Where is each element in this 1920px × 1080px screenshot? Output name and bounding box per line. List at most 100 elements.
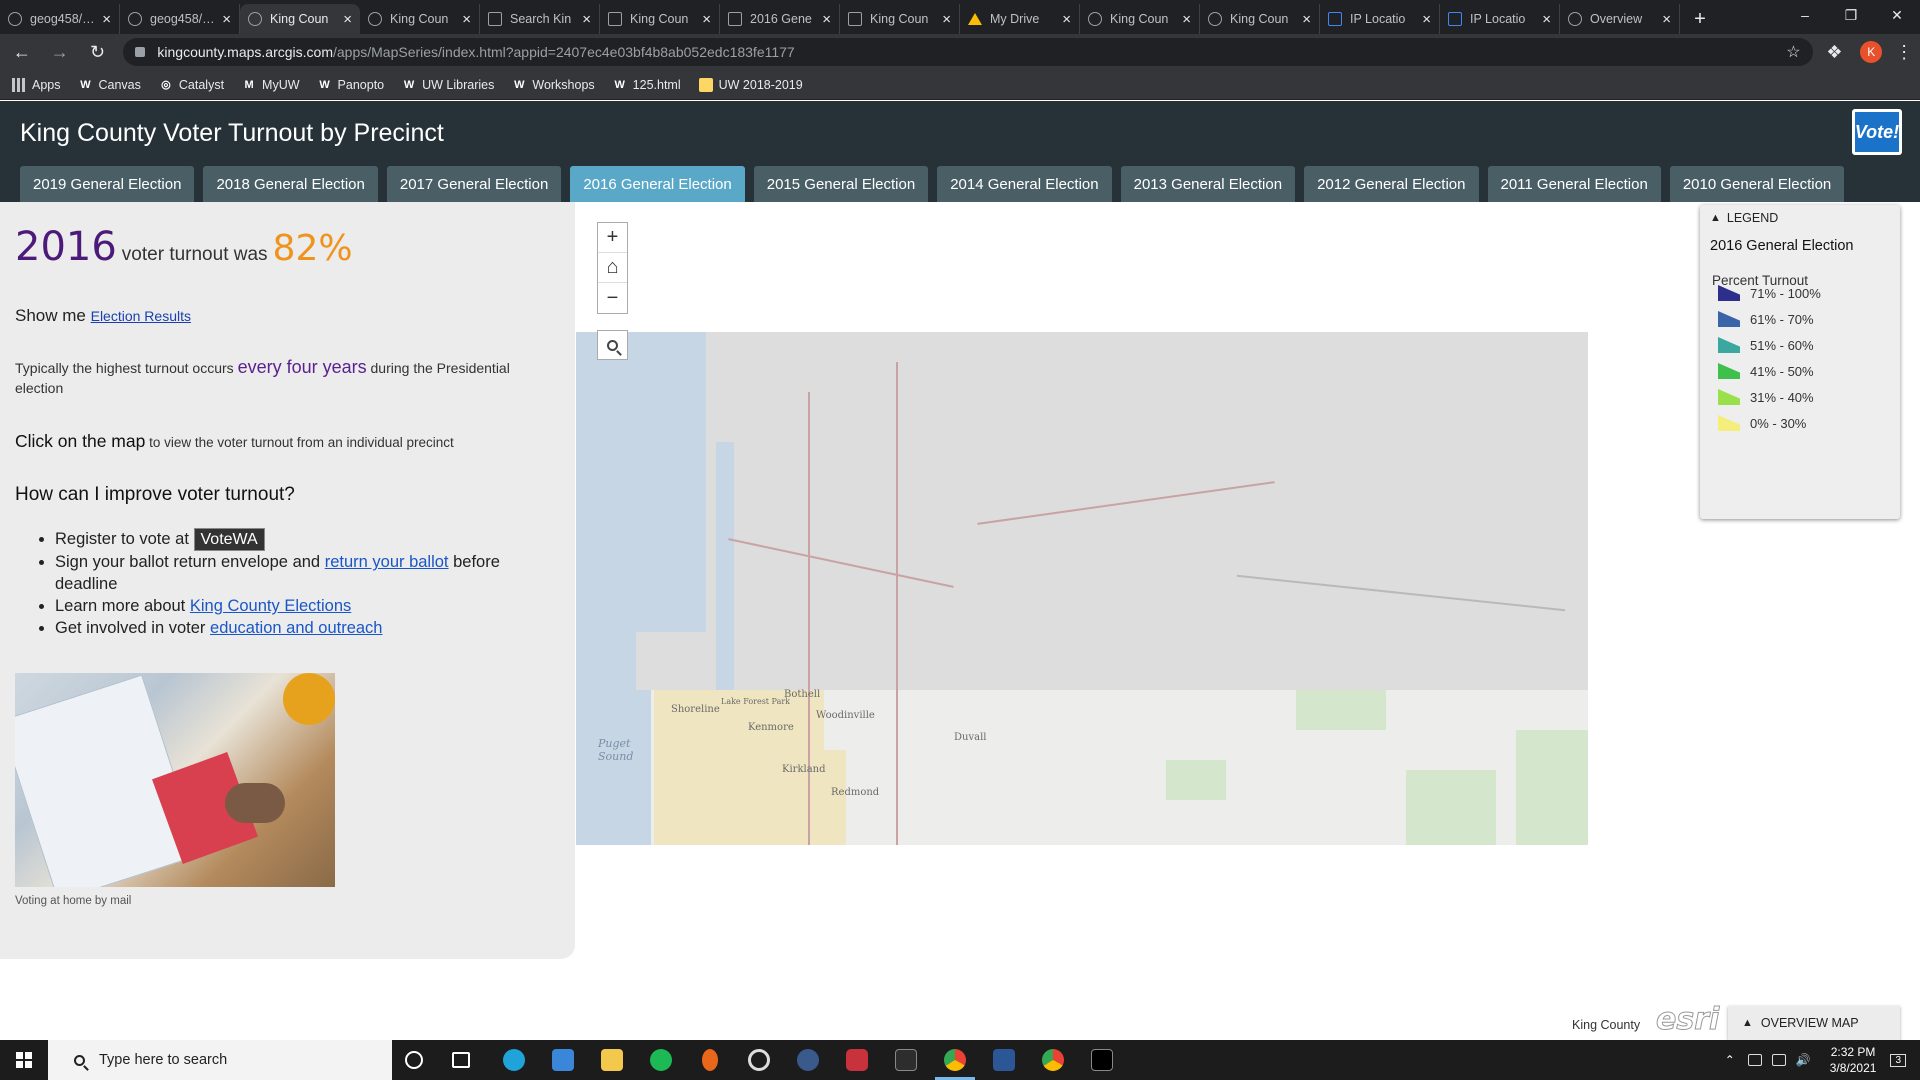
browser-tab[interactable]: King Coun × — [360, 4, 480, 34]
store-icon[interactable] — [552, 1049, 574, 1071]
browser-tab[interactable]: King Coun × — [1080, 4, 1200, 34]
close-tab-icon[interactable]: × — [1182, 11, 1191, 28]
bookmark-label: Workshops — [532, 77, 595, 92]
browser-tab[interactable]: King Coun × — [240, 4, 360, 34]
browser-tab[interactable]: Search Kin × — [480, 4, 600, 34]
close-window-button[interactable]: ✕ — [1874, 0, 1920, 30]
reload-icon[interactable]: ↻ — [82, 36, 114, 68]
browser-tab[interactable]: IP Locatio × — [1320, 4, 1440, 34]
bookmark-item[interactable]: Apps — [12, 77, 61, 92]
close-tab-icon[interactable]: × — [1062, 11, 1071, 28]
chrome-icon[interactable] — [1042, 1049, 1064, 1071]
zoom-out-button[interactable]: − — [598, 283, 627, 313]
tab-election[interactable]: 2018 General Election — [203, 166, 378, 202]
tab-election[interactable]: 2012 General Election — [1304, 166, 1479, 202]
bookmark-item[interactable]: W Panopto — [318, 78, 384, 92]
forward-arrow-icon[interactable]: → — [44, 36, 76, 68]
overview-map-toggle[interactable]: ▲ OVERVIEW MAP — [1728, 1006, 1900, 1040]
bookmarks-bar: Apps W Canvas ◎ Catalyst M MyUW W Panopto W UW Lib… — [0, 70, 1920, 100]
chevron-up-icon[interactable]: ⌃ — [1725, 1053, 1735, 1067]
bookmark-item[interactable]: ◎ Catalyst — [159, 78, 224, 92]
browser-tab-strip: geog458/… × geog458/… × King Coun × King Coun ×… — [0, 0, 1920, 34]
close-tab-icon[interactable]: × — [702, 11, 711, 28]
extensions-puzzle-icon[interactable]: ❖ — [1819, 36, 1851, 68]
minimize-button[interactable]: – — [1782, 0, 1828, 30]
bookmark-item[interactable]: M MyUW — [242, 78, 299, 92]
bookmark-item[interactable]: W UW Libraries — [402, 78, 494, 92]
word-icon[interactable] — [993, 1049, 1015, 1071]
task-view-icon[interactable] — [452, 1052, 470, 1068]
votewa-logo-link[interactable]: VoteWA — [193, 528, 265, 552]
profile-avatar[interactable]: K — [1860, 41, 1883, 63]
network-icon[interactable] — [1771, 1054, 1786, 1066]
close-tab-icon[interactable]: × — [1422, 11, 1431, 28]
notifications-icon[interactable]: 3 — [1890, 1053, 1906, 1067]
close-tab-icon[interactable]: × — [582, 11, 591, 28]
home-icon[interactable]: ⌂ — [598, 253, 627, 283]
tab-election[interactable]: 2014 General Election — [937, 166, 1112, 202]
browser-tab[interactable]: geog458/… × — [120, 4, 240, 34]
election-results-link[interactable]: Election Results — [91, 308, 191, 324]
bookmark-item[interactable]: W 125.html — [613, 78, 680, 92]
close-tab-icon[interactable]: × — [1542, 11, 1551, 28]
taskbar-search-box[interactable]: Type here to search — [48, 1040, 392, 1080]
legend-header[interactable]: ▲ LEGEND — [1710, 211, 1778, 225]
file-explorer-icon[interactable] — [601, 1049, 623, 1071]
chrome-icon[interactable] — [935, 1049, 975, 1080]
browser-tab[interactable]: 2016 Gene × — [720, 4, 840, 34]
close-tab-icon[interactable]: × — [1302, 11, 1311, 28]
browser-menu-icon[interactable]: ⋮ — [1888, 36, 1920, 68]
return-ballot-link[interactable]: return your ballot — [325, 553, 449, 571]
epic-games-icon[interactable] — [895, 1049, 917, 1071]
cloud-icon[interactable] — [1747, 1054, 1762, 1066]
tab-election[interactable]: 2013 General Election — [1120, 166, 1296, 202]
map-search-button[interactable] — [597, 330, 628, 360]
app-icon[interactable] — [748, 1049, 770, 1071]
spotify-icon[interactable] — [650, 1049, 672, 1071]
bookmark-item[interactable]: W Canvas — [79, 78, 141, 92]
close-tab-icon[interactable]: × — [222, 11, 231, 28]
browser-tab[interactable]: King Coun × — [1200, 4, 1320, 34]
browser-tab[interactable]: IP Locatio × — [1440, 4, 1560, 34]
map-view[interactable]: Puget Sound Shoreline Lake Forest Park K… — [576, 332, 1588, 845]
tab-election[interactable]: 2010 General Election — [1669, 166, 1845, 202]
tab-election[interactable]: 2017 General Election — [386, 166, 562, 202]
close-tab-icon[interactable]: × — [822, 11, 831, 28]
volume-icon[interactable]: 🔊 — [1796, 1053, 1811, 1067]
education-outreach-link[interactable]: education and outreach — [210, 619, 382, 637]
cortana-icon[interactable] — [405, 1051, 423, 1069]
tab-election[interactable]: 2019 General Election — [20, 166, 195, 202]
restore-button[interactable]: ❐ — [1828, 0, 1874, 30]
legend-item: 71% - 100% — [1718, 285, 1821, 301]
bookmark-star-icon[interactable]: ☆ — [1786, 42, 1800, 62]
browser-tab[interactable]: My Drive × — [960, 4, 1080, 34]
edge-icon[interactable] — [503, 1049, 525, 1071]
steam-icon[interactable] — [797, 1049, 819, 1071]
bookmark-item[interactable]: UW 2018-2019 — [698, 77, 803, 92]
discord-icon[interactable] — [846, 1049, 868, 1071]
zoom-in-button[interactable]: + — [598, 223, 627, 253]
close-tab-icon[interactable]: × — [102, 11, 111, 28]
tab-election[interactable]: 2011 General Election — [1487, 166, 1661, 202]
new-tab-button[interactable]: + — [1680, 4, 1720, 34]
map-label-lake-forest: Lake Forest Park — [721, 697, 791, 706]
back-arrow-icon[interactable]: ← — [6, 36, 38, 68]
close-tab-icon[interactable]: × — [1662, 11, 1671, 28]
browser-tab[interactable]: geog458/… × — [0, 4, 120, 34]
close-tab-icon[interactable]: × — [343, 11, 352, 28]
ip-icon — [1448, 12, 1462, 26]
king-county-elections-link[interactable]: King County Elections — [190, 597, 351, 615]
browser-tab[interactable]: King Coun × — [600, 4, 720, 34]
close-tab-icon[interactable]: × — [942, 11, 951, 28]
start-button[interactable] — [0, 1040, 48, 1080]
tab-election[interactable]: 2015 General Election — [753, 166, 929, 202]
bookmark-item[interactable]: W Workshops — [512, 77, 595, 92]
terminal-icon[interactable] — [1091, 1049, 1113, 1071]
tab-election[interactable]: 2016 General Election — [570, 166, 745, 202]
origin-icon[interactable] — [702, 1049, 718, 1071]
close-tab-icon[interactable]: × — [462, 11, 471, 28]
clock[interactable]: 2:32 PM 3/8/2021 — [1830, 1044, 1877, 1076]
url-bar[interactable]: kingcounty.maps.arcgis.com /apps/MapSeri… — [123, 38, 1813, 66]
browser-tab[interactable]: King Coun × — [840, 4, 960, 34]
browser-tab[interactable]: Overview × — [1560, 4, 1680, 34]
